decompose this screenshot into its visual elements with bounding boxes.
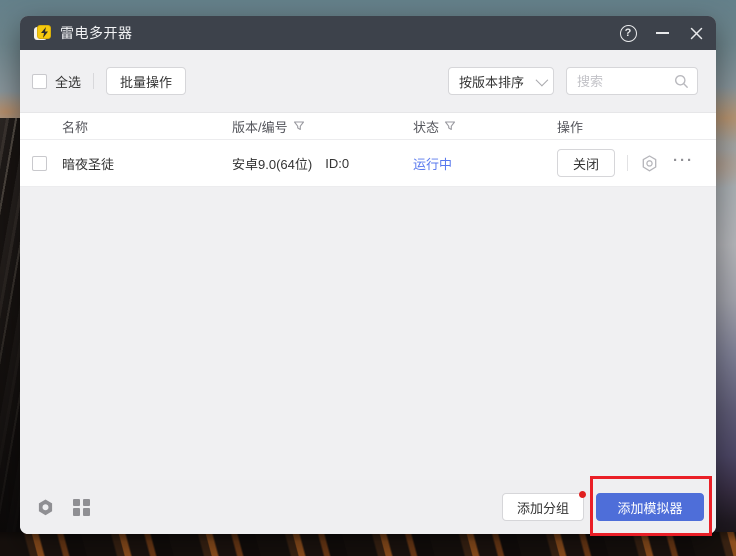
help-button[interactable]: ? (618, 23, 638, 43)
close-button[interactable] (686, 23, 706, 43)
instance-id: ID:0 (325, 156, 349, 171)
chevron-down-icon (536, 73, 549, 86)
sort-dropdown[interactable]: 按版本排序 (448, 67, 554, 95)
header-actions: 操作 (557, 117, 583, 136)
row-checkbox[interactable] (32, 156, 47, 171)
minimize-button[interactable] (652, 23, 672, 43)
table-row[interactable]: 暗夜圣徒 安卓9.0(64位) ID:0 运行中 关闭 ··· (20, 140, 716, 187)
select-all-checkbox[interactable] (32, 74, 47, 89)
instance-name: 暗夜圣徒 (62, 154, 114, 173)
search-icon (674, 74, 689, 89)
filter-version-icon[interactable] (293, 120, 305, 132)
search-box (566, 67, 698, 95)
minimize-icon (656, 32, 669, 34)
instance-settings-icon[interactable] (640, 154, 659, 173)
titlebar: 雷电多开器 ? (20, 16, 716, 50)
header-version: 版本/编号 (232, 117, 288, 136)
lightning-bolt-icon (40, 27, 49, 38)
grid-icon (73, 499, 90, 516)
layout-grid-button[interactable] (72, 498, 91, 517)
add-group-button[interactable]: 添加分组 (502, 493, 584, 521)
batch-operations-button[interactable]: 批量操作 (106, 67, 186, 95)
wallpaper-rocks-bottom (0, 532, 736, 556)
actions-divider (627, 155, 628, 171)
ldplayer-multi-instance-window: 雷电多开器 ? 全选 批量操作 按版本排序 (20, 16, 716, 534)
status-badge: 运行中 (413, 154, 452, 173)
table-header: 名称 版本/编号 状态 操作 (20, 112, 716, 140)
global-settings-button[interactable] (36, 498, 55, 517)
gear-nut-icon (36, 498, 55, 517)
header-name: 名称 (62, 117, 88, 136)
select-all-label: 全选 (55, 72, 81, 91)
toolbar: 全选 批量操作 按版本排序 (20, 50, 716, 112)
app-logo-icon (34, 25, 51, 41)
instance-list-empty-area (20, 187, 716, 480)
sort-dropdown-value: 按版本排序 (459, 72, 524, 91)
header-status: 状态 (413, 117, 439, 136)
more-actions-button[interactable]: ··· (673, 153, 694, 174)
search-input[interactable] (577, 74, 674, 89)
filter-status-icon[interactable] (444, 120, 456, 132)
footer-bar: 添加分组 添加模拟器 (20, 480, 716, 534)
notification-dot (579, 491, 586, 498)
close-instance-button[interactable]: 关闭 (557, 149, 615, 177)
add-emulator-button[interactable]: 添加模拟器 (596, 493, 704, 521)
window-title: 雷电多开器 (60, 23, 133, 43)
close-icon (690, 27, 703, 40)
help-icon: ? (620, 25, 637, 42)
instance-android-version: 安卓9.0(64位) (232, 154, 312, 173)
toolbar-divider (93, 73, 94, 89)
